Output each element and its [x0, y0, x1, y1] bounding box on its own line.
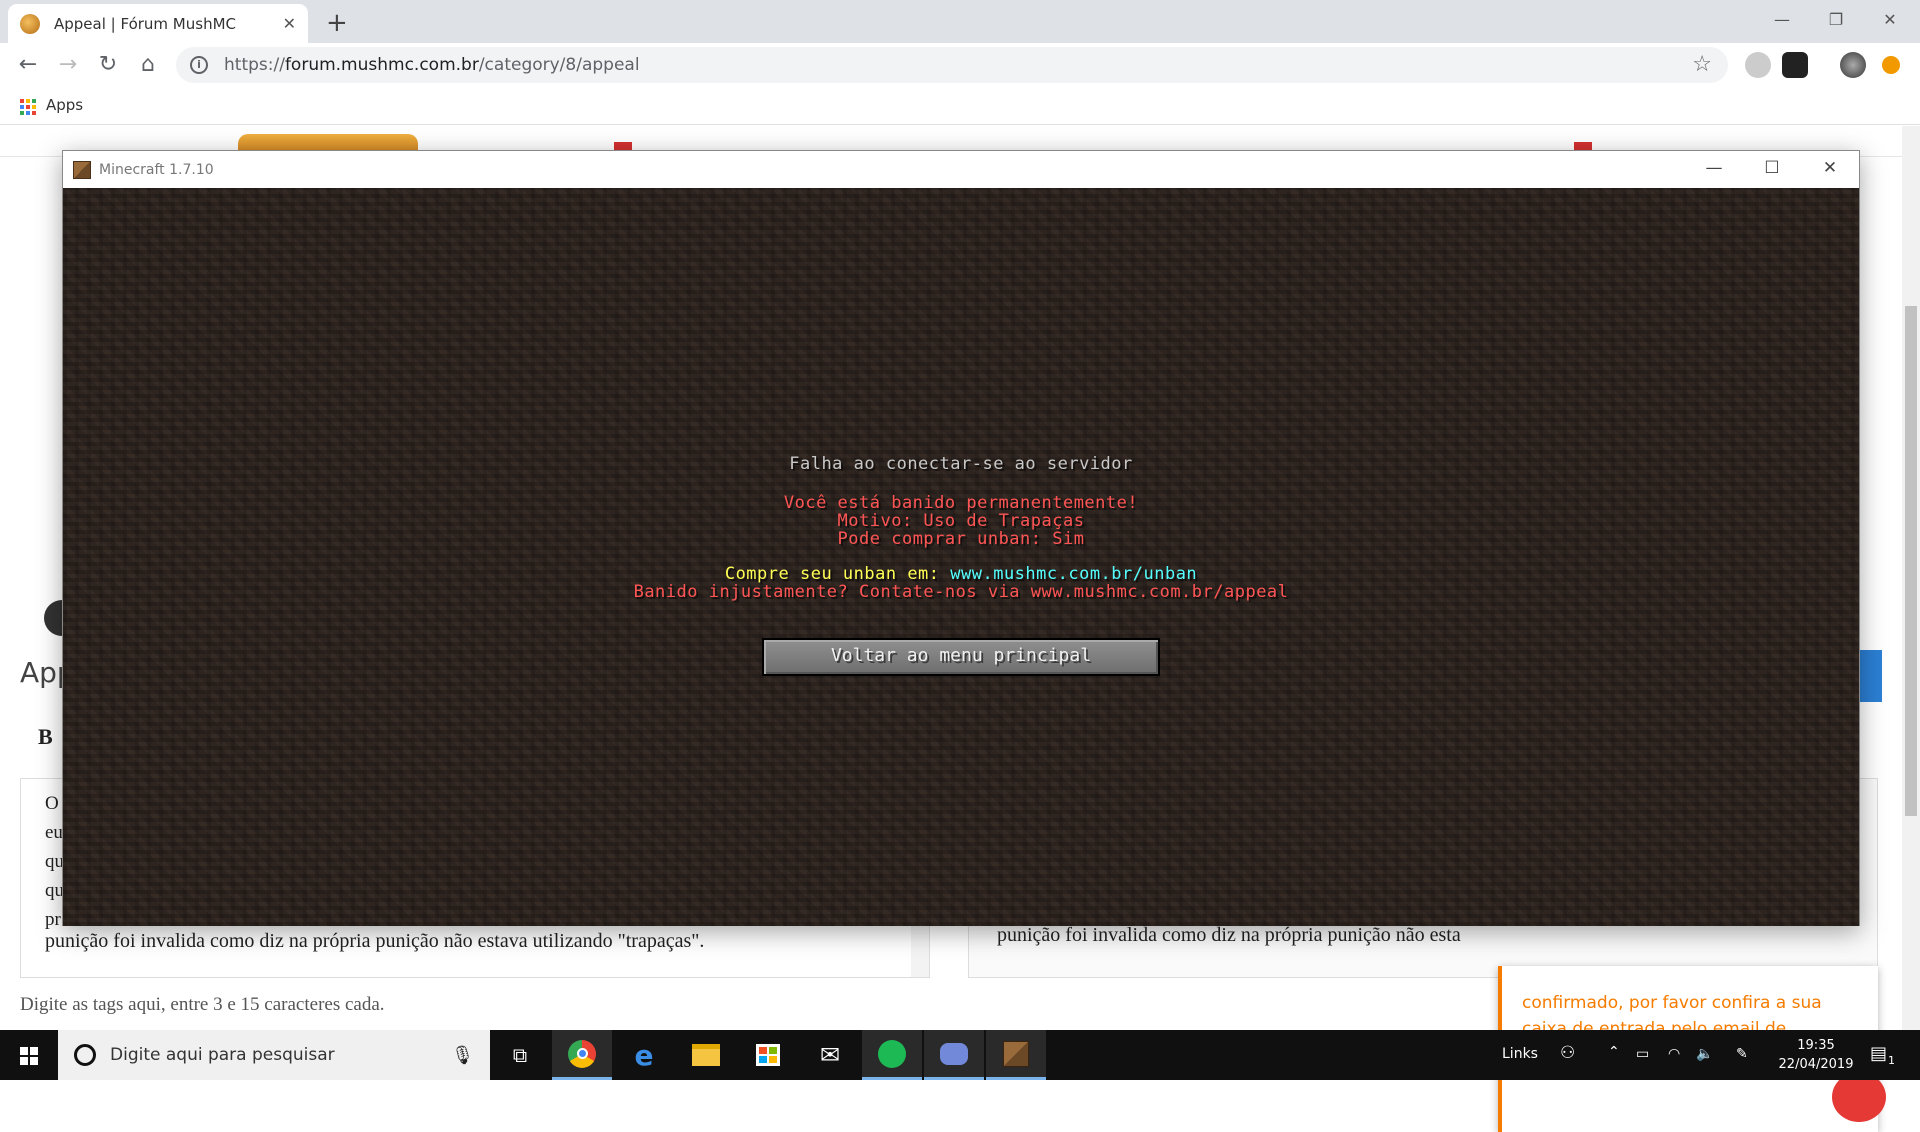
action-center-icon[interactable]: ▤: [1870, 1043, 1887, 1064]
buy-unban-line: Compre seu unban em: www.mushmc.com.br/u…: [63, 564, 1859, 584]
browser-tab[interactable]: Appeal | Fórum MushMC ✕: [8, 4, 308, 43]
profile-avatar[interactable]: [1840, 52, 1866, 78]
pen-icon[interactable]: ✎: [1736, 1046, 1748, 1062]
ban-message-line: Você está banido permanentemente!: [783, 493, 1139, 513]
bookmark-star-icon[interactable]: ☆: [1692, 52, 1712, 77]
discord-icon[interactable]: [924, 1030, 984, 1080]
update-alert-icon[interactable]: [1882, 56, 1900, 74]
site-info-icon[interactable]: i: [190, 56, 208, 74]
store-icon[interactable]: [738, 1030, 798, 1080]
minecraft-window-title: Minecraft 1.7.10: [99, 161, 214, 178]
apps-bookmark[interactable]: Apps: [46, 96, 83, 114]
url-scheme: https://: [224, 55, 285, 75]
page-scrollbar[interactable]: [1902, 126, 1920, 1030]
file-explorer-icon[interactable]: [676, 1030, 736, 1080]
editor-last-line: punição foi invalida como diz na própria…: [45, 930, 705, 952]
start-button[interactable]: [0, 1030, 58, 1080]
url-host: forum.mushmc.com.br: [284, 55, 479, 75]
disconnect-screen: Falha ao conectar-se ao servidor Você es…: [63, 188, 1859, 926]
battery-icon[interactable]: ▭: [1636, 1046, 1649, 1062]
new-tab-button[interactable]: +: [326, 8, 348, 38]
browser-tab-strip: Appeal | Fórum MushMC ✕ + — ❐ ✕: [0, 0, 1920, 43]
mail-icon[interactable]: ✉: [800, 1030, 860, 1080]
minecraft-block-icon: [73, 160, 91, 179]
task-view-icon[interactable]: ⧉: [490, 1030, 550, 1080]
extension-icon[interactable]: [1745, 52, 1771, 78]
apps-grid-icon[interactable]: [20, 99, 36, 115]
people-icon[interactable]: ⚇: [1560, 1043, 1575, 1063]
clock-date: 22/04/2019: [1778, 1057, 1854, 1072]
spotify-icon[interactable]: [862, 1030, 922, 1080]
tab-title: Appeal | Fórum MushMC: [54, 14, 236, 33]
submit-button-edge[interactable]: [1860, 650, 1882, 702]
url-text: https://forum.mushmc.com.br/category/8/a…: [224, 55, 640, 75]
buy-unban-prefix: Compre seu unban em:: [724, 564, 951, 584]
tags-input[interactable]: Digite as tags aqui, entre 3 e 15 caract…: [20, 994, 385, 1016]
unban-available-line: Pode comprar unban: Sim: [837, 529, 1085, 549]
window-close-button[interactable]: ✕: [1860, 0, 1920, 43]
reload-icon[interactable]: ↻: [94, 51, 122, 79]
home-icon[interactable]: ⌂: [134, 51, 162, 79]
minecraft-taskbar-icon[interactable]: [986, 1030, 1046, 1080]
extension-icon[interactable]: [1782, 52, 1808, 78]
chrome-icon[interactable]: [552, 1030, 612, 1080]
search-placeholder: Digite aqui para pesquisar: [110, 1045, 335, 1065]
wifi-icon[interactable]: ◠: [1668, 1046, 1680, 1062]
ban-reason-line: Motivo: Uso de Trapaças: [837, 511, 1085, 531]
page-scrollbar-thumb[interactable]: [1905, 306, 1917, 816]
clock-time: 19:35: [1797, 1038, 1835, 1053]
taskbar-clock[interactable]: 19:35 22/04/2019: [1776, 1036, 1856, 1074]
minecraft-titlebar[interactable]: Minecraft 1.7.10 — ☐ ✕: [63, 151, 1859, 188]
address-bar[interactable]: i https://forum.mushmc.com.br/category/8…: [176, 47, 1728, 83]
buy-unban-url: www.mushmc.com.br/unban: [950, 564, 1198, 584]
tab-close-icon[interactable]: ✕: [283, 14, 296, 33]
taskbar-search[interactable]: Digite aqui para pesquisar 🎙: [58, 1030, 490, 1080]
disconnect-heading: Falha ao conectar-se ao servidor: [789, 454, 1133, 474]
back-arrow-icon[interactable]: ←: [14, 51, 42, 79]
tray-chevron-icon[interactable]: ⌃: [1608, 1044, 1620, 1060]
bold-button[interactable]: B: [38, 724, 53, 750]
appeal-line: Banido injustamente? Contate-nos via www…: [633, 582, 1289, 602]
minimize-button[interactable]: —: [1752, 0, 1812, 43]
volume-icon[interactable]: 🔈: [1696, 1046, 1713, 1062]
forward-arrow-icon[interactable]: →: [54, 51, 82, 79]
bookmarks-bar: Apps: [0, 87, 1920, 125]
microphone-icon[interactable]: 🎙: [451, 1045, 474, 1066]
browser-toolbar: ← → ↻ ⌂ i https://forum.mushmc.com.br/ca…: [0, 43, 1920, 87]
windows-taskbar: Digite aqui para pesquisar 🎙 ⧉ e ✉ Links…: [0, 1030, 1920, 1080]
back-to-main-menu-button[interactable]: Voltar ao menu principal: [762, 638, 1160, 676]
minecraft-maximize-button[interactable]: ☐: [1743, 151, 1801, 188]
url-path: /category/8/appeal: [478, 55, 640, 75]
preview-text: punição foi invalida como diz na própria…: [997, 924, 1461, 946]
minecraft-close-button[interactable]: ✕: [1801, 151, 1859, 188]
minecraft-window: Minecraft 1.7.10 — ☐ ✕ Falha ao conectar…: [62, 150, 1860, 926]
mushmc-favicon-icon: [20, 13, 40, 34]
cortana-icon[interactable]: [74, 1044, 96, 1066]
notification-count: 1: [1888, 1054, 1895, 1067]
restore-button[interactable]: ❐: [1806, 0, 1866, 43]
windows-logo-icon: [20, 1047, 38, 1065]
edge-icon[interactable]: e: [614, 1030, 674, 1080]
minecraft-minimize-button[interactable]: —: [1685, 151, 1743, 188]
links-toolbar[interactable]: Links: [1502, 1046, 1538, 1062]
